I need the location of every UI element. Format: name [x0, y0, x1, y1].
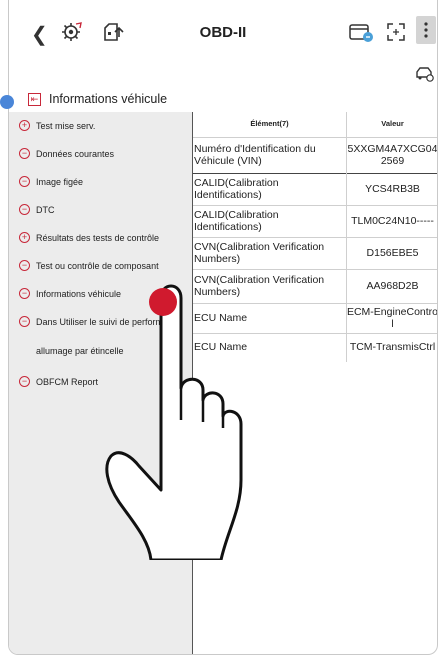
sidebar-item-image-figee[interactable]: − Image figée: [19, 176, 83, 187]
expand-icon[interactable]: [385, 21, 407, 43]
table-row[interactable]: CVN(Calibration Verification Numbers) D1…: [193, 238, 437, 270]
more-icon[interactable]: [416, 16, 436, 44]
section-expand-icon[interactable]: ⇤: [28, 92, 41, 106]
table-row[interactable]: Numéro d'Identification du Véhicule (VIN…: [193, 138, 438, 174]
sidebar-item-donnees-courantes[interactable]: − Données courantes: [19, 148, 114, 159]
sidebar-item-resultats-tests[interactable]: + Résultats des tests de contrôle: [19, 232, 159, 243]
minus-circle-icon: −: [19, 288, 30, 299]
value-cell: YCS4RB3B: [365, 182, 420, 195]
column-divider: [346, 112, 347, 362]
touch-indicator-icon: [149, 288, 177, 316]
sidebar-item-label: OBFCM Report: [36, 376, 99, 387]
indicator-dot: [0, 95, 14, 109]
sidebar-item-label: Test ou contrôle de composant: [36, 260, 159, 271]
sidebar-item-test-mise-serv[interactable]: + Test mise serv.: [19, 120, 95, 131]
value-cell: TLM0C24N10-----: [351, 214, 434, 227]
car-settings-icon[interactable]: [415, 65, 435, 83]
value-cell: ECM-EngineControl: [346, 305, 438, 330]
sidebar-item-label: Données courantes: [36, 148, 115, 159]
element-cell: CALID(Calibration Identifications): [194, 176, 279, 201]
sidebar-item-obfcm-report[interactable]: − OBFCM Report: [19, 376, 98, 387]
value-cell: TCM-TransmisCtrl: [349, 341, 436, 354]
table-row[interactable]: CALID(Calibration Identifications) YCS4R…: [193, 174, 437, 206]
table-row[interactable]: CALID(Calibration Identifications) TLM0C…: [193, 206, 437, 238]
element-cell: CALID(Calibration Identifications): [194, 208, 279, 233]
sidebar-item-label: DTC: [36, 204, 55, 215]
table-header-row: Élément(7) Valeur: [193, 112, 437, 138]
column-header-element: Élément(7): [250, 119, 289, 129]
top-bar: ❮ OBD-II: [9, 0, 437, 82]
sidebar-item-label: Résultats des tests de contrôle: [36, 232, 160, 243]
sidebar-item-dtc[interactable]: − DTC: [19, 204, 55, 215]
element-cell: CVN(Calibration Verification Numbers): [194, 240, 325, 265]
minus-circle-icon: −: [19, 148, 30, 159]
value-cell: AA968D2B: [366, 279, 419, 292]
column-header-value: Valeur: [381, 119, 404, 129]
plus-circle-icon: +: [19, 120, 30, 131]
element-cell: Numéro d'Identification du Véhicule (VIN…: [194, 142, 316, 167]
app-window: ❮ OBD-II ⇤ Informations véhicule + Test …: [8, 0, 438, 655]
value-cell: D156EBE5: [366, 246, 419, 259]
minus-circle-icon: −: [19, 204, 30, 215]
sidebar-item-label: Test mise serv.: [36, 120, 96, 131]
minus-circle-icon: −: [19, 176, 30, 187]
plus-circle-icon: +: [19, 232, 30, 243]
minus-circle-icon: −: [19, 316, 30, 327]
section-title: Informations véhicule: [49, 92, 168, 106]
minus-circle-icon: −: [19, 376, 30, 387]
value-cell: 5XXGM4A7XCG042569: [347, 142, 438, 167]
minus-circle-icon: −: [19, 260, 30, 271]
section-header: ⇤ Informations véhicule: [28, 92, 167, 106]
sidebar-item-label: Image figée: [36, 176, 84, 187]
card-icon[interactable]: [347, 20, 375, 44]
